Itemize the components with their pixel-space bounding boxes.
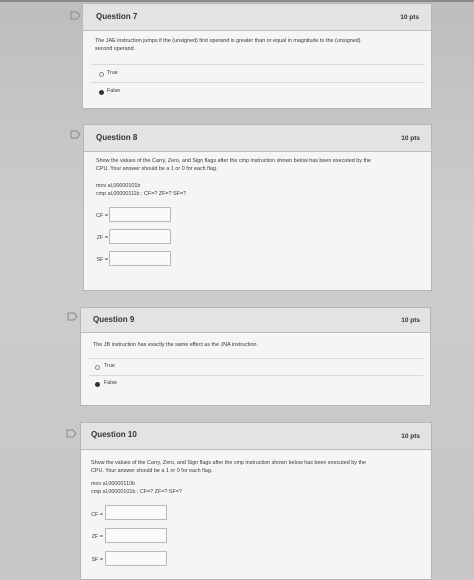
question-text-line: The JB instruction has exactly the same … [93,342,258,348]
flag-question-icon[interactable] [66,429,77,438]
question-card-10: Question 10 10 pts Show the values of th… [80,422,432,580]
code-line: mov al,00000101b [96,183,141,189]
question-text-line: Show the values of the Carry, Zero, and … [91,460,366,466]
question-text-line: CPU. Your answer should be a 1 or 0 for … [96,166,218,172]
answer-option-true[interactable]: True [91,64,425,82]
question-header: Question 8 10 pts [84,125,431,152]
question-card-7: Question 7 10 pts The JAE instruction ju… [82,3,432,109]
radio-unselected-icon[interactable] [95,365,100,370]
answer-option-true[interactable]: True [89,358,423,376]
question-card-9: Question 9 10 pts The JB instruction has… [80,307,431,406]
sf-label: SF = [91,557,103,563]
answer-label: True [107,70,118,76]
question-header: Question 9 10 pts [81,308,430,333]
cf-label: CF = [96,213,108,219]
cf-label: CF = [91,512,103,518]
cf-input[interactable] [109,207,171,222]
question-points: 10 pts [401,135,420,142]
question-points: 10 pts [401,433,420,440]
zf-input[interactable] [109,229,171,244]
question-points: 10 pts [401,317,420,324]
sf-input[interactable] [105,551,167,566]
code-line: cmp al,00000101b ; CF=? ZF=? SF=? [91,489,182,495]
radio-unselected-icon[interactable] [99,72,104,77]
question-text-line: CPU. Your answer should be a 1 or 0 for … [91,468,213,474]
sf-label: SF = [96,257,108,263]
answer-option-false[interactable]: False [89,375,423,393]
radio-selected-icon[interactable] [99,90,104,95]
top-divider [0,0,474,2]
flag-question-icon[interactable] [67,312,78,321]
answer-label: False [107,88,121,94]
question-header: Question 10 10 pts [81,423,431,450]
flag-question-icon[interactable] [70,130,81,139]
question-text-line: second operand. [95,46,136,52]
question-points: 10 pts [400,14,419,21]
question-title: Question 7 [96,12,138,21]
question-card-8: Question 8 10 pts Show the values of the… [83,124,432,291]
zf-input[interactable] [105,528,167,543]
code-line: mov al,00000110b [91,481,135,487]
question-text: The JB instruction has exactly the same … [93,341,423,349]
question-text: The JAE instruction jumps if the (unsign… [95,37,425,53]
cf-input[interactable] [105,505,167,520]
question-header: Question 7 10 pts [83,4,431,31]
zf-label: ZF = [96,235,108,241]
question-title: Question 8 [96,133,138,142]
question-title: Question 9 [93,315,135,324]
question-text-line: Show the values of the Carry, Zero, and … [96,158,371,164]
answer-option-false[interactable]: False [91,82,425,100]
zf-label: ZF = [91,534,103,540]
code-snippet: mov al,00000110b cmp al,00000101b ; CF=?… [91,480,182,496]
radio-selected-icon[interactable] [95,382,100,387]
flag-question-icon[interactable] [70,11,81,20]
question-text: Show the values of the Carry, Zero, and … [96,157,426,173]
question-text: Show the values of the Carry, Zero, and … [91,459,425,475]
code-snippet: mov al,00000101b cmp al,00000111b ; CF=?… [96,182,186,198]
code-line: cmp al,00000111b ; CF=? ZF=? SF=? [96,191,187,197]
question-text-line: The JAE instruction jumps if the (unsign… [95,38,361,44]
answer-label: True [104,363,115,369]
answer-label: False [104,380,118,386]
sf-input[interactable] [109,251,171,266]
question-title: Question 10 [91,430,137,439]
